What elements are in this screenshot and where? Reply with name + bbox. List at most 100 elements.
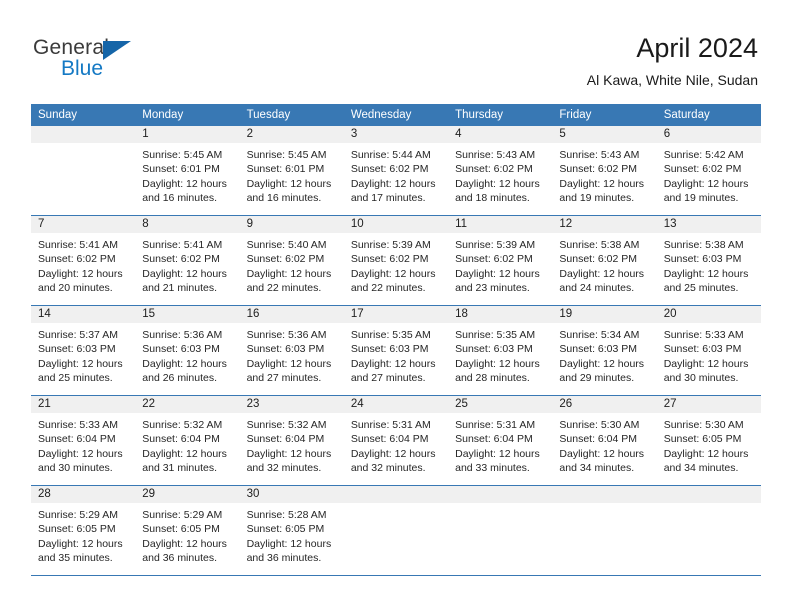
day-sunrise-line: Sunrise: 5:40 AM bbox=[246, 239, 327, 251]
calendar-day-cell[interactable]: 10 Sunrise: 5:39 AM Sunset: 6:02 PM Dayligh… bbox=[343, 215, 449, 306]
day-sunrise-line: Sunrise: 5:41 AM bbox=[142, 239, 223, 251]
calendar-week-row: 21 Sunrise: 5:33 AM Sunset: 6:04 PM Dayligh… bbox=[31, 395, 761, 486]
calendar-day-cell[interactable]: 25 Sunrise: 5:31 AM Sunset: 6:04 PM Dayligh… bbox=[448, 395, 553, 486]
weekday-header-tuesday: Tuesday bbox=[239, 104, 344, 126]
day-number bbox=[31, 126, 136, 143]
day-sunrise-line: Sunrise: 5:34 AM bbox=[559, 329, 640, 341]
day-details: Sunrise: 5:39 AM Sunset: 6:02 PM Daylight:… bbox=[344, 233, 448, 295]
day-cell-inner bbox=[31, 126, 136, 215]
calendar-day-cell[interactable]: 13 Sunrise: 5:38 AM Sunset: 6:03 PM Dayligh… bbox=[656, 215, 761, 306]
day-details: Sunrise: 5:29 AM Sunset: 6:05 PM Daylight:… bbox=[31, 503, 135, 565]
day-number: 27 bbox=[656, 396, 761, 413]
calendar-week-row: 28 Sunrise: 5:29 AM Sunset: 6:05 PM Dayligh… bbox=[31, 485, 761, 576]
day-sunrise-line: Sunrise: 5:28 AM bbox=[246, 509, 327, 521]
calendar-header-row: Sunday Monday Tuesday Wednesday Thursday Frid… bbox=[31, 104, 761, 126]
day-details: Sunrise: 5:35 AM Sunset: 6:03 PM Daylight:… bbox=[344, 323, 448, 385]
calendar-day-cell[interactable]: 27 Sunrise: 5:30 AM Sunset: 6:05 PM Dayligh… bbox=[656, 395, 761, 486]
calendar-day-cell[interactable]: 11 Sunrise: 5:39 AM Sunset: 6:02 PM Dayligh… bbox=[448, 215, 553, 306]
day-daylight-line: and 30 minutes. bbox=[663, 371, 739, 384]
calendar-day-cell[interactable]: 3 Sunrise: 5:44 AM Sunset: 6:02 PM Daylight… bbox=[343, 126, 449, 216]
calendar-day-cell[interactable]: 17 Sunrise: 5:35 AM Sunset: 6:03 PM Dayligh… bbox=[343, 305, 449, 396]
calendar-day-cell[interactable]: 16 Sunrise: 5:36 AM Sunset: 6:03 PM Dayligh… bbox=[239, 305, 344, 396]
day-details: Sunrise: 5:34 AM Sunset: 6:03 PM Daylight:… bbox=[552, 323, 656, 385]
calendar-day-cell[interactable]: 9 Sunrise: 5:40 AM Sunset: 6:02 PM Daylight… bbox=[239, 215, 344, 306]
calendar-cell-empty bbox=[656, 485, 761, 576]
calendar-day-cell[interactable]: 20 Sunrise: 5:33 AM Sunset: 6:03 PM Dayligh… bbox=[656, 305, 761, 396]
calendar-day-cell[interactable]: 24 Sunrise: 5:31 AM Sunset: 6:04 PM Dayligh… bbox=[343, 395, 449, 486]
day-sunrise-line: Sunrise: 5:36 AM bbox=[142, 329, 223, 341]
day-sunset-line: Sunset: 6:03 PM bbox=[38, 343, 116, 356]
calendar-page: General Blue April 2024 Al Kawa, White N… bbox=[0, 0, 792, 612]
day-number: 14 bbox=[31, 306, 136, 323]
day-daylight-line: Daylight: 12 hours bbox=[350, 177, 436, 190]
day-number: 8 bbox=[135, 216, 240, 233]
calendar-day-cell[interactable]: 18 Sunrise: 5:35 AM Sunset: 6:03 PM Dayligh… bbox=[448, 305, 553, 396]
day-number: 24 bbox=[343, 396, 449, 413]
calendar-day-cell[interactable]: 28 Sunrise: 5:29 AM Sunset: 6:05 PM Dayligh… bbox=[31, 485, 136, 576]
day-daylight-line: and 23 minutes. bbox=[455, 281, 530, 294]
logo-triangle-icon bbox=[103, 41, 131, 60]
day-daylight-line: Daylight: 12 hours bbox=[246, 357, 332, 370]
day-number bbox=[343, 486, 449, 503]
calendar-day-cell[interactable]: 26 Sunrise: 5:30 AM Sunset: 6:04 PM Dayligh… bbox=[552, 395, 657, 486]
calendar-day-cell[interactable]: 21 Sunrise: 5:33 AM Sunset: 6:04 PM Dayligh… bbox=[31, 395, 136, 486]
general-blue-logo: General Blue bbox=[33, 36, 243, 82]
logo-text-blue: Blue bbox=[61, 57, 104, 80]
calendar-day-cell[interactable]: 8 Sunrise: 5:41 AM Sunset: 6:02 PM Daylight… bbox=[135, 215, 240, 306]
day-daylight-line: and 27 minutes. bbox=[246, 371, 322, 384]
day-number: 16 bbox=[239, 306, 344, 323]
day-sunrise-line: Sunrise: 5:32 AM bbox=[246, 419, 327, 431]
day-cell-inner: 25 Sunrise: 5:31 AM Sunset: 6:04 PM Dayligh… bbox=[448, 396, 553, 485]
day-daylight-line: Daylight: 12 hours bbox=[663, 447, 749, 460]
day-number: 19 bbox=[552, 306, 657, 323]
calendar-day-cell[interactable]: 22 Sunrise: 5:32 AM Sunset: 6:04 PM Dayligh… bbox=[135, 395, 240, 486]
day-sunset-line: Sunset: 6:04 PM bbox=[350, 433, 429, 446]
day-sunrise-line: Sunrise: 5:39 AM bbox=[350, 239, 431, 251]
day-number: 15 bbox=[135, 306, 240, 323]
day-details: Sunrise: 5:32 AM Sunset: 6:04 PM Daylight:… bbox=[240, 413, 344, 475]
calendar-day-cell[interactable]: 1 Sunrise: 5:45 AM Sunset: 6:01 PM Daylight… bbox=[135, 126, 240, 216]
day-cell-inner: 3 Sunrise: 5:44 AM Sunset: 6:02 PM Daylight… bbox=[343, 126, 449, 215]
calendar-day-cell[interactable]: 30 Sunrise: 5:28 AM Sunset: 6:05 PM Dayligh… bbox=[239, 485, 344, 576]
day-number: 17 bbox=[343, 306, 449, 323]
day-daylight-line: Daylight: 12 hours bbox=[559, 447, 645, 460]
day-daylight-line: Daylight: 12 hours bbox=[246, 447, 332, 460]
day-sunset-line: Sunset: 6:04 PM bbox=[142, 433, 220, 446]
day-cell-inner: 26 Sunrise: 5:30 AM Sunset: 6:04 PM Dayligh… bbox=[552, 396, 657, 485]
day-details: Sunrise: 5:33 AM Sunset: 6:04 PM Daylight:… bbox=[31, 413, 135, 475]
calendar-day-cell[interactable]: 6 Sunrise: 5:42 AM Sunset: 6:02 PM Daylight… bbox=[656, 126, 761, 216]
day-number: 18 bbox=[448, 306, 553, 323]
day-number bbox=[448, 486, 553, 503]
day-number: 23 bbox=[239, 396, 344, 413]
day-daylight-line: Daylight: 12 hours bbox=[142, 357, 227, 370]
calendar-day-cell[interactable]: 5 Sunrise: 5:43 AM Sunset: 6:02 PM Daylight… bbox=[552, 126, 657, 216]
calendar-week-row: 7 Sunrise: 5:41 AM Sunset: 6:02 PM Daylight… bbox=[31, 215, 761, 306]
day-sunset-line: Sunset: 6:02 PM bbox=[559, 163, 638, 176]
calendar-day-cell[interactable]: 19 Sunrise: 5:34 AM Sunset: 6:03 PM Dayligh… bbox=[552, 305, 657, 396]
day-cell-inner: 2 Sunrise: 5:45 AM Sunset: 6:01 PM Daylight… bbox=[239, 126, 344, 215]
day-details: Sunrise: 5:36 AM Sunset: 6:03 PM Daylight:… bbox=[240, 323, 344, 385]
day-daylight-line: Daylight: 12 hours bbox=[246, 537, 332, 550]
day-sunset-line: Sunset: 6:03 PM bbox=[663, 343, 742, 356]
day-daylight-line: and 29 minutes. bbox=[559, 371, 635, 384]
day-sunset-line: Sunset: 6:05 PM bbox=[663, 433, 742, 446]
day-details: Sunrise: 5:44 AM Sunset: 6:02 PM Daylight:… bbox=[344, 143, 448, 205]
day-number: 21 bbox=[31, 396, 136, 413]
day-details: Sunrise: 5:33 AM Sunset: 6:03 PM Daylight:… bbox=[657, 323, 761, 385]
calendar-day-cell[interactable]: 29 Sunrise: 5:29 AM Sunset: 6:05 PM Dayligh… bbox=[135, 485, 240, 576]
day-daylight-line: and 16 minutes. bbox=[142, 191, 217, 204]
day-details: Sunrise: 5:45 AM Sunset: 6:01 PM Daylight:… bbox=[240, 143, 344, 205]
calendar-day-cell[interactable]: 23 Sunrise: 5:32 AM Sunset: 6:04 PM Dayligh… bbox=[239, 395, 344, 486]
calendar-cell-empty bbox=[552, 485, 657, 576]
day-daylight-line: and 32 minutes. bbox=[350, 461, 426, 474]
calendar-day-cell[interactable]: 4 Sunrise: 5:43 AM Sunset: 6:02 PM Daylight… bbox=[448, 126, 553, 216]
calendar-day-cell[interactable]: 7 Sunrise: 5:41 AM Sunset: 6:02 PM Daylight… bbox=[31, 215, 136, 306]
calendar-day-cell[interactable]: 14 Sunrise: 5:37 AM Sunset: 6:03 PM Dayligh… bbox=[31, 305, 136, 396]
day-cell-inner: 16 Sunrise: 5:36 AM Sunset: 6:03 PM Dayligh… bbox=[239, 306, 344, 395]
calendar-day-cell[interactable]: 2 Sunrise: 5:45 AM Sunset: 6:01 PM Daylight… bbox=[239, 126, 344, 216]
calendar-day-cell[interactable]: 12 Sunrise: 5:38 AM Sunset: 6:02 PM Dayligh… bbox=[552, 215, 657, 306]
day-daylight-line: Daylight: 12 hours bbox=[38, 357, 123, 370]
day-daylight-line: Daylight: 12 hours bbox=[663, 267, 749, 280]
calendar-day-cell[interactable]: 15 Sunrise: 5:36 AM Sunset: 6:03 PM Dayligh… bbox=[135, 305, 240, 396]
day-cell-inner: 28 Sunrise: 5:29 AM Sunset: 6:05 PM Dayligh… bbox=[31, 486, 136, 575]
